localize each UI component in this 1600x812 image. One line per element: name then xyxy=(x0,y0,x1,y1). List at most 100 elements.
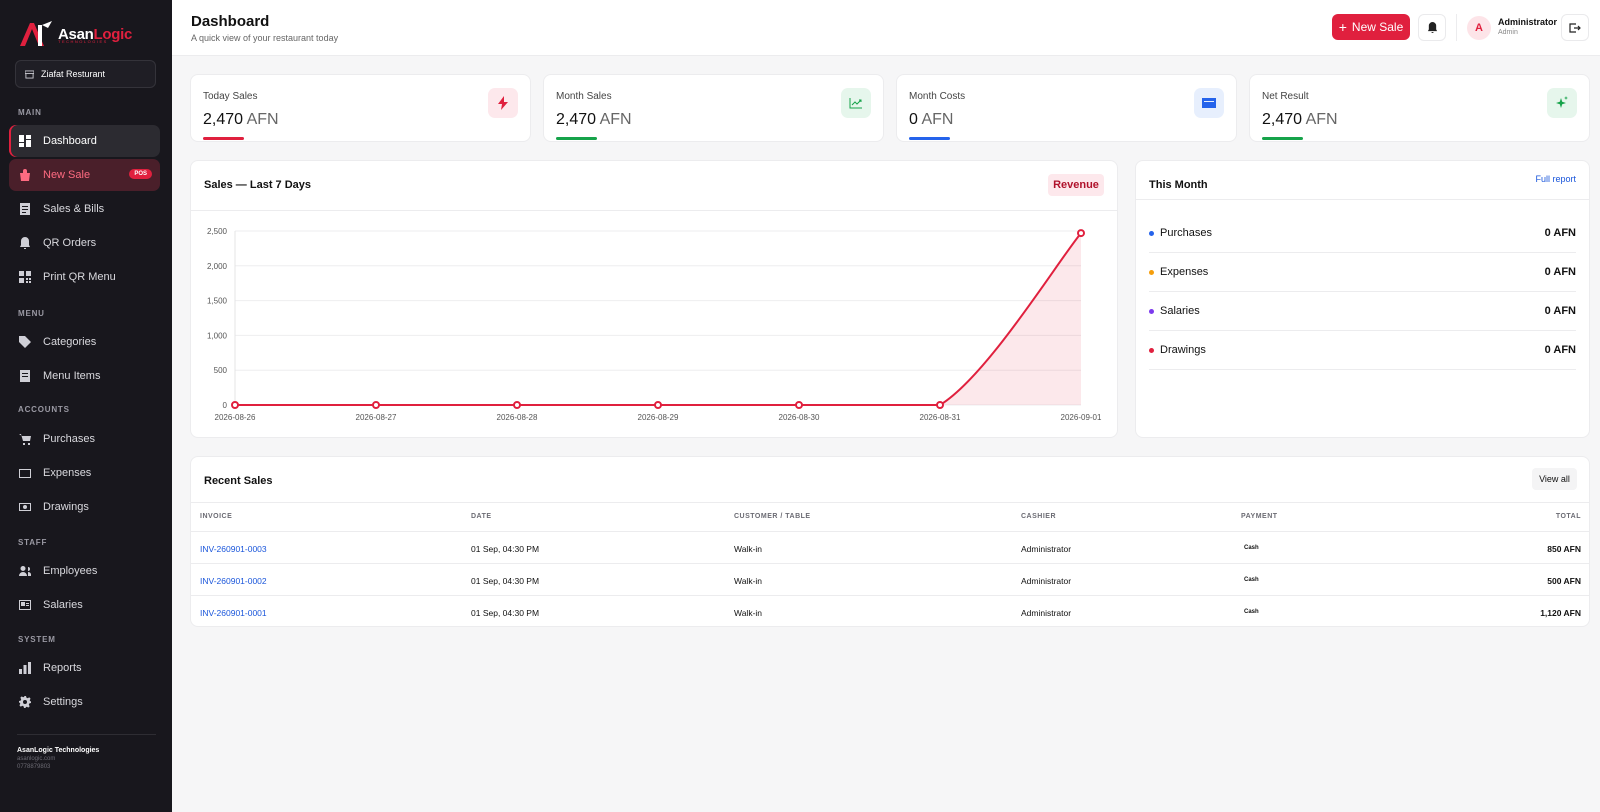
sidebar-footer-divider xyxy=(17,734,156,735)
logo-mark-icon xyxy=(20,21,52,46)
data-point xyxy=(1077,229,1085,238)
data-point xyxy=(372,401,380,409)
section-system: SYSTEM xyxy=(18,635,56,644)
sidebar-item-expenses[interactable]: Expenses xyxy=(9,457,160,489)
revenue-badge[interactable]: Revenue xyxy=(1048,174,1104,196)
sidebar-item-menu-items[interactable]: Menu Items xyxy=(9,360,160,392)
sidebar-item-reports[interactable]: Reports xyxy=(9,652,160,684)
sidebar-item-label: Purchases xyxy=(43,433,95,445)
cell-customer: Walk-in xyxy=(734,544,763,554)
stat-label: Today Sales xyxy=(203,91,258,102)
topbar-divider xyxy=(1456,14,1457,41)
cell-cashier: Administrator xyxy=(1021,544,1072,554)
sidebar-item-drawings[interactable]: Drawings xyxy=(9,491,160,523)
col-header-date[interactable]: DATE xyxy=(471,513,492,520)
status-dot xyxy=(1149,230,1154,236)
logout-button[interactable] xyxy=(1561,14,1589,41)
col-header-customer[interactable]: CUSTOMER / TABLE xyxy=(734,513,811,520)
sidebar-item-qr-orders[interactable]: QR Orders xyxy=(9,227,160,259)
bar-chart-icon xyxy=(19,662,31,674)
sidebar-item-label: Expenses xyxy=(43,467,92,479)
cell-customer: Walk-in xyxy=(734,608,763,618)
store-icon xyxy=(25,69,34,79)
y-tick-label: 1,000 xyxy=(207,331,228,340)
cell-total: 1,120 AFN xyxy=(1540,608,1581,618)
users-icon xyxy=(19,566,31,576)
card-divider xyxy=(191,502,1589,503)
stat-card-today-sales: Today Sales 2,470 AFN xyxy=(190,74,531,142)
sidebar-item-purchases[interactable]: Purchases xyxy=(9,423,160,455)
topbar: Dashboard A quick view of your restauran… xyxy=(172,0,1600,56)
y-tick-label: 500 xyxy=(214,366,228,375)
payment-badge: Cash xyxy=(1244,609,1259,615)
this-month-card: This Month Full report Purchases 0 AFN E… xyxy=(1135,160,1590,438)
sidebar-item-label: Sales & Bills xyxy=(43,203,105,215)
sidebar-item-label: Categories xyxy=(43,336,97,348)
pos-badge: POS xyxy=(129,169,152,179)
col-header-payment[interactable]: PAYMENT xyxy=(1241,513,1278,520)
month-row-drawings: Drawings 0 AFN xyxy=(1149,331,1576,370)
payment-badge: Cash xyxy=(1244,545,1259,551)
new-sale-button[interactable]: + New Sale xyxy=(1332,14,1410,40)
branch-name: Ziafat Resturant xyxy=(41,69,106,79)
sidebar-item-salaries[interactable]: Salaries xyxy=(9,589,160,621)
sidebar-item-settings[interactable]: Settings xyxy=(9,686,160,718)
stat-label: Month Sales xyxy=(556,91,612,102)
table-row[interactable]: INV-260901-0002 01 Sep, 04:30 PM Walk-in… xyxy=(191,563,1589,595)
stat-bar xyxy=(203,137,244,140)
cell-cashier: Administrator xyxy=(1021,576,1072,586)
series-area xyxy=(235,233,1081,405)
page-title: Dashboard xyxy=(191,13,270,30)
stat-value: 2,470 AFN xyxy=(1262,111,1338,128)
footer-company: AsanLogic Technologies xyxy=(17,747,100,754)
sidebar-item-new-sale[interactable]: New Sale POS xyxy=(9,159,160,191)
month-amount: 0 AFN xyxy=(1544,266,1576,278)
data-point xyxy=(936,401,944,409)
data-point xyxy=(231,401,239,409)
month-row-expenses: Expenses 0 AFN xyxy=(1149,253,1576,292)
table-row[interactable]: INV-260901-0003 01 Sep, 04:30 PM Walk-in… xyxy=(191,531,1589,563)
col-header-total[interactable]: TOTAL xyxy=(1556,513,1581,520)
status-dot xyxy=(1149,308,1154,314)
sidebar-footer: AsanLogic Technologies asanlogic.com 077… xyxy=(17,747,99,770)
full-report-link[interactable]: Full report xyxy=(1535,174,1576,184)
brand-tagline: TECHNOLOGIES xyxy=(58,39,108,44)
status-dot xyxy=(1149,347,1154,353)
sidebar-item-label: Settings xyxy=(43,696,83,708)
sidebar-item-categories[interactable]: Categories xyxy=(9,326,160,358)
status-dot xyxy=(1149,269,1154,275)
invoice-link[interactable]: INV-260901-0001 xyxy=(200,608,267,618)
notifications-button[interactable] xyxy=(1418,14,1446,41)
y-tick-label: 2,500 xyxy=(207,227,228,236)
invoice-link[interactable]: INV-260901-0002 xyxy=(200,576,267,586)
sidebar-item-dashboard[interactable]: Dashboard xyxy=(9,125,160,157)
branch-selector[interactable]: Ziafat Resturant xyxy=(15,60,156,88)
stat-value: 2,470 AFN xyxy=(203,111,279,128)
col-header-invoice[interactable]: INVOICE xyxy=(200,513,232,520)
sidebar-item-sales-bills[interactable]: Sales & Bills xyxy=(9,193,160,225)
sidebar-item-print-qr-menu[interactable]: Print QR Menu xyxy=(9,261,160,293)
dashboard-icon xyxy=(19,135,31,147)
shopping-bag-icon xyxy=(20,169,30,181)
table-row[interactable]: INV-260901-0001 01 Sep, 04:30 PM Walk-in… xyxy=(191,595,1589,627)
sidebar: AsanLogic TECHNOLOGIES Ziafat Resturant … xyxy=(0,0,172,812)
sales-chart-card: Sales — Last 7 Days Revenue 0 500 1,000 1,5… xyxy=(190,160,1118,438)
sales-chart: 0 500 1,000 1,500 2,000 2,500 2026-08-26 2026-0… xyxy=(207,227,1102,422)
receipt-icon xyxy=(20,203,30,215)
sidebar-item-employees[interactable]: Employees xyxy=(9,555,160,587)
plus-icon: + xyxy=(1338,19,1347,35)
recent-sales-card: Recent Sales View all INVOICE DATE CUSTO… xyxy=(190,456,1590,627)
id-card-icon xyxy=(19,600,31,610)
user-name[interactable]: Administrator xyxy=(1498,17,1557,27)
cell-total: 850 AFN xyxy=(1547,544,1581,554)
x-tick-label: 2026-08-28 xyxy=(497,413,538,422)
cell-total: 500 AFN xyxy=(1547,576,1581,586)
col-header-cashier[interactable]: CASHIER xyxy=(1021,513,1056,520)
view-all-button[interactable]: View all xyxy=(1532,468,1577,490)
footer-phone: 0778879803 xyxy=(17,764,51,770)
cell-date: 01 Sep, 04:30 PM xyxy=(471,576,540,586)
footer-site[interactable]: asanlogic.com xyxy=(17,756,99,762)
avatar[interactable]: A xyxy=(1467,16,1491,40)
bell-icon xyxy=(20,237,30,249)
invoice-link[interactable]: INV-260901-0003 xyxy=(200,544,267,554)
